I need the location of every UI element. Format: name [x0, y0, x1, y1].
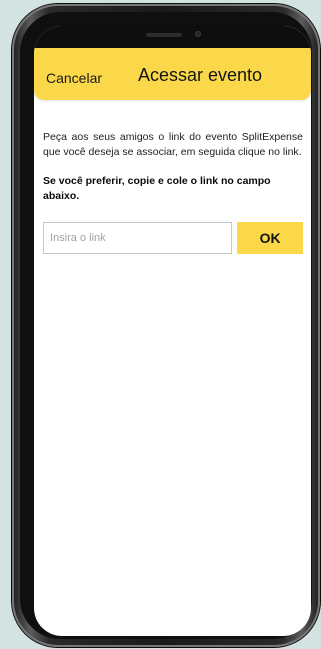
ok-button[interactable]: OK: [237, 222, 303, 254]
link-input[interactable]: [43, 222, 233, 254]
link-entry-row: OK: [43, 222, 303, 254]
front-camera-icon: [195, 31, 201, 37]
main-content: Peça aos seus amigos o link do evento Sp…: [34, 100, 311, 254]
phone-frame: Cancelar Acessar evento Peça aos seus am…: [12, 4, 320, 647]
app-header: Cancelar Acessar evento: [34, 48, 311, 100]
cancel-button[interactable]: Cancelar: [46, 70, 102, 86]
page-title: Acessar evento: [138, 65, 263, 85]
phone-screen: Cancelar Acessar evento Peça aos seus am…: [34, 26, 311, 636]
instructions-text: Peça aos seus amigos o link do evento Sp…: [43, 131, 303, 158]
status-bar: [34, 26, 311, 48]
speaker-grille-icon: [146, 33, 182, 37]
paste-hint-text: Se você preferir, copie e cole o link no…: [43, 175, 271, 202]
